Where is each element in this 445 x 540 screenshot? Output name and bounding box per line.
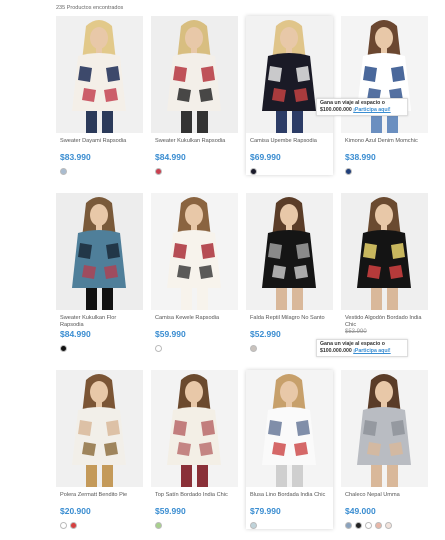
product-image[interactable]: [341, 193, 428, 310]
product-price: $84.990: [60, 329, 91, 339]
product-card[interactable]: Sweater Dayami Rapsodia $83.990: [56, 16, 143, 175]
color-swatch[interactable]: [60, 168, 67, 175]
product-card[interactable]: Sweater Kukulkan Flor Rapsodia $84.990: [56, 193, 143, 352]
product-price: $59.990: [155, 329, 186, 339]
product-name[interactable]: Chaleco Nepal Umma: [341, 492, 428, 506]
color-swatches: [56, 345, 143, 352]
product-price: $83.990: [60, 152, 91, 162]
product-card[interactable]: Sweater Kukulkan Rapsodia $84.990: [151, 16, 238, 175]
color-swatch[interactable]: [70, 522, 77, 529]
color-swatches: [56, 168, 143, 175]
product-price: $20.900: [60, 506, 91, 516]
color-swatches: [151, 345, 238, 352]
promo-link[interactable]: ¡Participa aquí!: [353, 107, 390, 113]
product-name[interactable]: Polera Zermatt Bendito Pie: [56, 492, 143, 506]
product-price: $69.990: [250, 152, 281, 162]
color-swatches: [151, 168, 238, 175]
product-card[interactable]: Chaleco Nepal Umma $49.000: [341, 370, 428, 529]
product-card[interactable]: Top Satín Bordado India Chic $59.990: [151, 370, 238, 529]
color-swatch[interactable]: [355, 522, 362, 529]
product-card[interactable]: Camisa Upembe Rapsodia $69.990: [246, 16, 333, 175]
product-image[interactable]: [246, 193, 333, 310]
color-swatch[interactable]: [250, 345, 257, 352]
color-swatch[interactable]: [250, 522, 257, 529]
product-card[interactable]: Kimono Azul Denim Momchic $38.990: [341, 16, 428, 175]
product-name[interactable]: Camisa Upembe Rapsodia: [246, 138, 333, 152]
color-swatches: [341, 522, 428, 529]
product-image[interactable]: [56, 370, 143, 487]
product-name[interactable]: Kimono Azul Denim Momchic: [341, 138, 428, 152]
product-name[interactable]: Sweater Dayami Rapsodia: [56, 138, 143, 152]
promo-link[interactable]: ¡Participa aquí!: [353, 348, 390, 354]
product-image[interactable]: [56, 193, 143, 310]
product-card[interactable]: Vestido Algodón Bordado India Chic $53.99…: [341, 193, 428, 341]
color-swatches: [151, 522, 238, 529]
product-price: $38.990: [345, 152, 376, 162]
product-old-price: $53.990: [345, 329, 367, 335]
product-name[interactable]: Camisa Kewele Rapsodia: [151, 315, 238, 329]
product-name[interactable]: Blusa Lino Bordada India Chic: [246, 492, 333, 506]
color-swatch[interactable]: [345, 522, 352, 529]
product-image[interactable]: [151, 370, 238, 487]
results-count: 235 Productos encontrados: [56, 5, 124, 11]
product-price: $84.990: [155, 152, 186, 162]
product-image[interactable]: [151, 16, 238, 133]
product-name[interactable]: Sweater Kukulkan Rapsodia: [151, 138, 238, 152]
color-swatches: [246, 168, 333, 175]
color-swatch[interactable]: [365, 522, 372, 529]
product-name[interactable]: Falda Reptil Milagro No Santo: [246, 315, 333, 329]
product-image[interactable]: [56, 16, 143, 133]
color-swatch[interactable]: [345, 168, 352, 175]
color-swatch[interactable]: [375, 522, 382, 529]
product-price: $79.990: [250, 506, 281, 516]
product-name[interactable]: Top Satín Bordado India Chic: [151, 492, 238, 506]
product-price: $49.000: [345, 506, 376, 516]
color-swatch[interactable]: [155, 168, 162, 175]
product-card[interactable]: Blusa Lino Bordada India Chic $79.990: [246, 370, 333, 529]
color-swatches: [56, 522, 143, 529]
product-image[interactable]: [246, 370, 333, 487]
product-card[interactable]: Camisa Kewele Rapsodia $59.990: [151, 193, 238, 352]
product-image[interactable]: [151, 193, 238, 310]
product-image[interactable]: [341, 370, 428, 487]
color-swatches: [246, 522, 333, 529]
product-card[interactable]: Polera Zermatt Bendito Pie $20.900: [56, 370, 143, 529]
product-name[interactable]: Sweater Kukulkan Flor Rapsodia: [56, 315, 143, 329]
product-card[interactable]: Falda Reptil Milagro No Santo $52.990: [246, 193, 333, 352]
color-swatch[interactable]: [60, 345, 67, 352]
product-name[interactable]: Vestido Algodón Bordado India Chic: [341, 315, 428, 329]
promo-tooltip[interactable]: Gana un viaje al espacio o $100.000.000 …: [316, 98, 408, 116]
color-swatch[interactable]: [155, 345, 162, 352]
color-swatch[interactable]: [250, 168, 257, 175]
color-swatches: [341, 168, 428, 175]
color-swatch[interactable]: [155, 522, 162, 529]
promo-tooltip[interactable]: Gana un viaje al espacio o $100.000.000 …: [316, 339, 408, 357]
product-price: $59.990: [155, 506, 186, 516]
color-swatch[interactable]: [60, 522, 67, 529]
product-price: $52.990: [250, 329, 281, 339]
color-swatch[interactable]: [385, 522, 392, 529]
